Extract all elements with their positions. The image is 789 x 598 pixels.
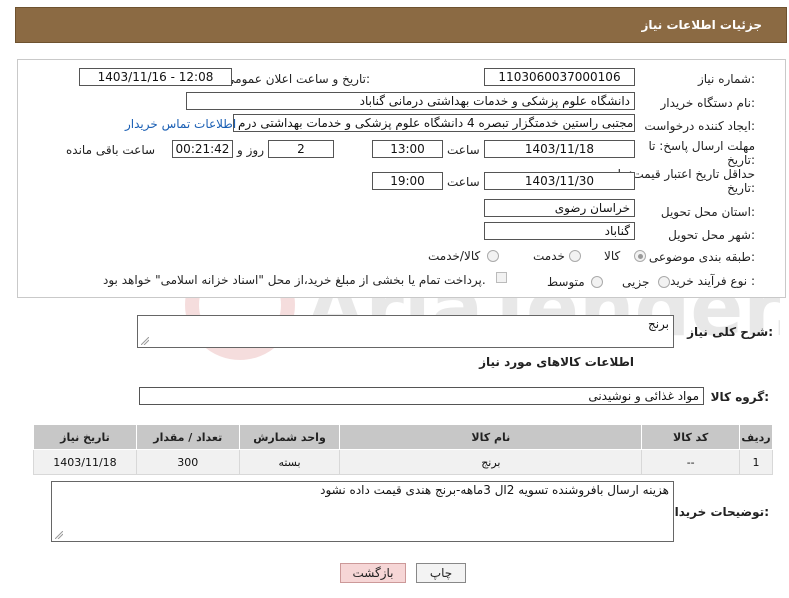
col-index: ردیف <box>739 424 773 450</box>
buyer-notes-field: هزینه ارسال بافروشنده تسویه 2ال 3ماهه-بر… <box>51 481 674 542</box>
days-remaining-field: 2 <box>268 140 334 158</box>
goods-table-header: ردیف کد کالا نام کالا واحد شمارش تعداد /… <box>33 424 773 450</box>
back-button[interactable]: بازگشت <box>340 563 406 583</box>
days-label: روز و <box>237 143 264 157</box>
goods-table: ردیف کد کالا نام کالا واحد شمارش تعداد /… <box>33 424 773 475</box>
city-field: گناباد <box>484 222 635 240</box>
goods-group-field: مواد غذائی و نوشیدنی <box>139 387 704 405</box>
col-qty: تعداد / مقدار <box>135 424 240 450</box>
treasury-payment-checkbox[interactable] <box>496 272 507 283</box>
remaining-time-label: ساعت باقی مانده <box>66 143 156 157</box>
purchase-process-label: نوع فرآیند خرید : <box>670 274 755 288</box>
category-label: طبقه بندی موضوعی: <box>648 250 755 264</box>
price-validity-date-label: تاریخ: <box>727 181 755 195</box>
goods-section-title: اطلاعات کالاهای مورد نیاز <box>479 355 634 369</box>
col-unit: واحد شمارش <box>238 424 341 450</box>
category-radio-goods-service[interactable] <box>487 250 499 262</box>
goods-group-label: گروه کالا: <box>710 390 769 404</box>
buyer-org-field: دانشگاه علوم پزشکی و خدمات بهداشتی درمان… <box>186 92 635 110</box>
deadline-time-label: ساعت <box>447 143 480 157</box>
deadline-date-label: تاریخ: <box>727 153 755 167</box>
need-summary-text: برنج <box>647 317 669 331</box>
page-header: جزئیات اطلاعات نیاز <box>15 7 787 43</box>
need-number-field: 1103060037000106 <box>484 68 635 86</box>
cell-name: برنج <box>339 449 643 475</box>
print-button[interactable]: چاپ <box>416 563 466 583</box>
province-label: استان محل تحویل: <box>660 205 755 219</box>
city-label: شهر محل تحویل: <box>668 228 755 242</box>
buyer-notes-text: هزینه ارسال بافروشنده تسویه 2ال 3ماهه-بر… <box>320 483 669 497</box>
cell-unit: بسته <box>238 449 341 475</box>
buyer-notes-label: توضیحات خریدار: <box>667 505 769 519</box>
table-row: 1 -- برنج بسته 300 1403/11/18 <box>33 449 773 475</box>
cell-date: 1403/11/18 <box>33 449 137 475</box>
need-summary-field: برنج <box>137 315 674 348</box>
category-radio-service[interactable] <box>569 250 581 262</box>
announce-datetime-label: تاریخ و ساعت اعلان عمومی: <box>225 72 370 86</box>
category-option-goods-service: کالا/خدمت <box>428 249 481 263</box>
request-creator-field: مجتبی راستین خدمتگزار تبصره 4 دانشگاه عل… <box>233 114 635 132</box>
request-creator-label: ایجاد کننده درخواست: <box>644 119 755 133</box>
deadline-date-field: 1403/11/18 <box>484 140 635 158</box>
process-radio-medium[interactable] <box>591 276 603 288</box>
col-code: کد کالا <box>641 424 741 450</box>
buyer-org-label: نام دستگاه خریدار: <box>660 96 756 110</box>
remaining-time-field: 00:21:42 <box>172 140 233 158</box>
announce-datetime-field: 1403/11/16 - 12:08 <box>79 68 232 86</box>
deadline-label: مهلت ارسال پاسخ: تا <box>648 139 755 153</box>
buyer-contact-link[interactable]: اطلاعات تماس خریدار <box>125 117 236 131</box>
cell-qty: 300 <box>135 449 240 475</box>
price-validity-time-label: ساعت <box>447 175 480 189</box>
category-option-service: خدمت <box>533 249 565 263</box>
province-field: خراسان رضوی <box>484 199 635 217</box>
resize-grip-icon[interactable] <box>55 531 63 539</box>
resize-grip-icon[interactable] <box>141 337 149 345</box>
need-number-label: شماره نیاز: <box>697 72 755 86</box>
col-date: تاریخ نیاز <box>33 424 137 450</box>
cell-index: 1 <box>739 449 773 475</box>
page-title: جزئیات اطلاعات نیاز <box>641 18 762 32</box>
deadline-time-field: 13:00 <box>372 140 443 158</box>
treasury-payment-note: پرداخت تمام یا بخشی از مبلغ خرید،از محل … <box>103 273 486 287</box>
process-option-medium: متوسط <box>547 275 585 289</box>
need-summary-label: شرح کلی نیاز: <box>687 325 773 339</box>
process-radio-minor[interactable] <box>658 276 670 288</box>
price-validity-date-field: 1403/11/30 <box>484 172 635 190</box>
process-option-minor: جزیی <box>622 275 650 289</box>
cell-code: -- <box>641 449 741 475</box>
price-validity-time-field: 19:00 <box>372 172 443 190</box>
category-option-goods: کالا <box>604 249 621 263</box>
category-radio-goods[interactable] <box>634 250 646 262</box>
price-validity-label: حداقل تاریخ اعتبار قیمت: تا <box>617 167 755 181</box>
col-name: نام کالا <box>339 424 643 450</box>
